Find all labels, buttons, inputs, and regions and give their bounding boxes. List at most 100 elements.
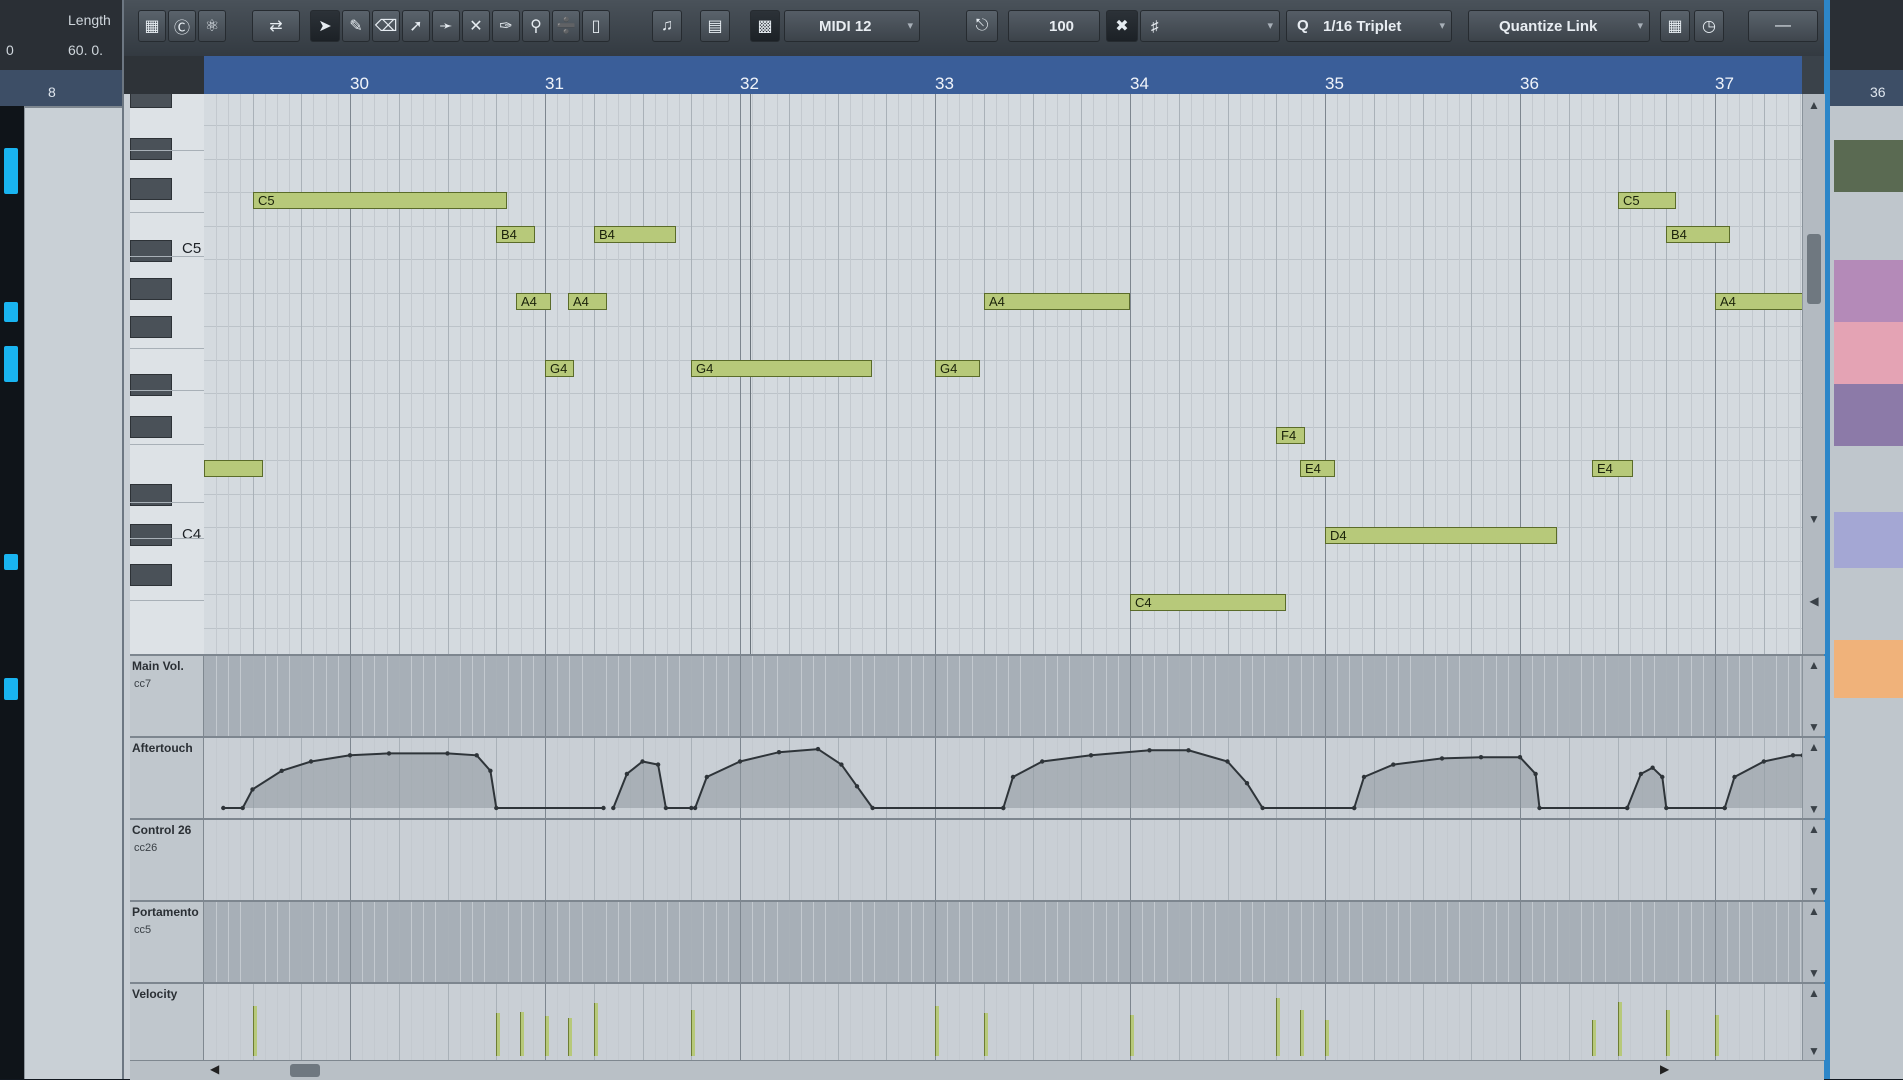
scissors-icon[interactable]: ➗	[552, 10, 580, 42]
lane-header[interactable]: Control 26 cc26	[130, 820, 204, 900]
lane-scrollbar[interactable]: ▲ ▼	[1802, 902, 1825, 982]
lane-header[interactable]: Velocity	[130, 984, 204, 1060]
solo-icon[interactable]: Ⓒ	[168, 10, 196, 42]
black-key[interactable]	[130, 178, 172, 200]
lane-scrollbar[interactable]: ▲ ▼	[1802, 984, 1825, 1060]
velocity-stem[interactable]	[984, 1013, 988, 1056]
horizontal-scrollbar[interactable]: ◀ ▶	[130, 1060, 1824, 1080]
arrange-event[interactable]	[1834, 322, 1903, 384]
lane-scrollbar[interactable]: ▲ ▼	[1802, 738, 1825, 818]
midi-note[interactable]: E4	[1300, 460, 1335, 477]
velocity-stem[interactable]	[1666, 1010, 1670, 1056]
lane-down-icon[interactable]: ▼	[1806, 802, 1822, 816]
trim-icon[interactable]: ➛	[432, 10, 460, 42]
black-key[interactable]	[130, 374, 172, 396]
zoom-handle-icon[interactable]: ◀	[1806, 594, 1822, 608]
piano-keyboard[interactable]: C5 C4	[130, 94, 205, 654]
velocity-stem[interactable]	[520, 1012, 524, 1056]
controller-lane[interactable]: Portamento cc5 ▲ ▼	[130, 900, 1825, 982]
aftertouch-curve[interactable]	[204, 738, 1802, 818]
arrange-event[interactable]	[1834, 512, 1903, 568]
editor-layout-icon[interactable]: ▦	[138, 10, 166, 42]
lane-up-icon[interactable]: ▲	[1806, 658, 1822, 672]
black-key[interactable]	[130, 316, 172, 338]
midi-note[interactable]: C5	[253, 192, 507, 209]
scroll-up-icon[interactable]: ▲	[1806, 98, 1822, 112]
controller-lane[interactable]: Velocity ▲ ▼	[130, 982, 1825, 1060]
tempo-icon[interactable]: ◷	[1694, 10, 1724, 42]
midi-note[interactable]: E4	[1592, 460, 1633, 477]
midi-note[interactable]: G4	[935, 360, 980, 377]
lane-up-icon[interactable]: ▲	[1806, 740, 1822, 754]
insert-velocity-icon[interactable]: ⎋	[966, 10, 998, 42]
midi-note[interactable]: C4	[1130, 594, 1286, 611]
black-key[interactable]	[130, 94, 172, 108]
lane-body[interactable]	[204, 820, 1802, 900]
time-warp-icon[interactable]: ▯	[582, 10, 610, 42]
zoom-icon[interactable]: ⚲	[522, 10, 550, 42]
velocity-stem[interactable]	[1715, 1015, 1719, 1056]
velocity-stem[interactable]	[1130, 1015, 1134, 1056]
midi-note[interactable]: B4	[496, 226, 535, 243]
color-scheme-icon[interactable]: ▦	[1660, 10, 1690, 42]
controller-lane[interactable]: Main Vol. cc7 ▲ ▼	[130, 654, 1825, 736]
midi-note[interactable]: G4	[545, 360, 574, 377]
midi-note[interactable]: A4	[516, 293, 551, 310]
midi-note[interactable]: D4	[1325, 527, 1557, 544]
autoscroll-icon[interactable]: ⇄	[252, 10, 300, 42]
lane-up-icon[interactable]: ▲	[1806, 822, 1822, 836]
note-grid[interactable]: C5 B4 A4 G4 A4 B4 G4 G4 A4 C4 F4 E4 D4 E4 C5 B4 A4	[204, 94, 1802, 654]
snap-icon[interactable]: ▩	[750, 10, 780, 42]
length-quantize-select[interactable]: Quantize Link ▾	[1468, 10, 1650, 42]
midi-note[interactable]: G4	[691, 360, 872, 377]
lane-down-icon[interactable]: ▼	[1806, 966, 1822, 980]
black-key[interactable]	[130, 240, 172, 262]
glue-icon[interactable]: ✑	[492, 10, 520, 42]
velocity-field[interactable]: 100	[1008, 10, 1100, 42]
velocity-stem[interactable]	[545, 1016, 549, 1056]
midi-note[interactable]: B4	[594, 226, 676, 243]
arrange-event[interactable]	[1834, 384, 1903, 446]
velocity-stem[interactable]	[253, 1006, 257, 1056]
mute-icon[interactable]: ✕	[462, 10, 490, 42]
zoom-slider[interactable]: —	[1748, 10, 1818, 42]
midi-channel-select[interactable]: MIDI 12 ▾	[784, 10, 920, 42]
controller-lane[interactable]: Control 26 cc26 ▲ ▼	[130, 818, 1825, 900]
lane-down-icon[interactable]: ▼	[1806, 884, 1822, 898]
midi-note[interactable]: A4	[984, 293, 1130, 310]
velocity-stem[interactable]	[1276, 998, 1280, 1056]
controller-lane[interactable]: Aftertouch ▲ ▼	[130, 736, 1825, 818]
lane-scrollbar[interactable]: ▲ ▼	[1802, 820, 1825, 900]
velocity-stem[interactable]	[594, 1003, 598, 1056]
velocity-stem[interactable]	[568, 1018, 572, 1056]
lane-header[interactable]: Portamento cc5	[130, 902, 204, 982]
midi-note[interactable]: F4	[1276, 427, 1305, 444]
lane-down-icon[interactable]: ▼	[1806, 1044, 1822, 1058]
black-key[interactable]	[130, 524, 172, 546]
object-selection-icon[interactable]: ➤	[310, 10, 340, 42]
midi-note[interactable]: C5	[1618, 192, 1676, 209]
vertical-scrollbar[interactable]: ▲ ▼ ◀	[1802, 94, 1825, 654]
midi-note[interactable]: A4	[1715, 293, 1802, 310]
arrange-event[interactable]	[1834, 640, 1903, 698]
black-key[interactable]	[130, 278, 172, 300]
arrange-event[interactable]	[1834, 260, 1903, 322]
h-scroll-thumb[interactable]	[290, 1064, 320, 1077]
scroll-left-icon[interactable]: ◀	[210, 1062, 219, 1076]
black-key[interactable]	[130, 564, 172, 586]
line-icon[interactable]: ➚	[402, 10, 430, 42]
lane-body[interactable]	[204, 902, 1802, 982]
midi-note[interactable]	[204, 460, 263, 477]
draw-icon[interactable]: ✎	[342, 10, 370, 42]
erase-icon[interactable]: ⌫	[372, 10, 400, 42]
lane-body[interactable]	[204, 738, 1802, 818]
velocity-stem[interactable]	[1618, 1002, 1622, 1056]
scroll-thumb[interactable]	[1807, 234, 1821, 304]
arrange-event[interactable]	[1834, 140, 1903, 192]
lane-up-icon[interactable]: ▲	[1806, 986, 1822, 1000]
midi-note[interactable]: A4	[568, 293, 607, 310]
velocity-stem[interactable]	[935, 1006, 939, 1056]
velocity-stem[interactable]	[1300, 1010, 1304, 1056]
lane-scrollbar[interactable]: ▲ ▼	[1802, 656, 1825, 736]
velocity-stem[interactable]	[691, 1010, 695, 1056]
